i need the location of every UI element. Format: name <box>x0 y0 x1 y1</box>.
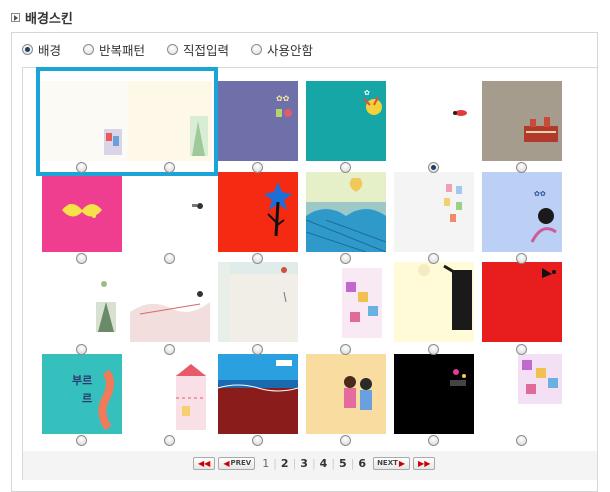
svg-text:✿✿: ✿✿ <box>534 190 546 198</box>
skin-thumbnail[interactable] <box>306 354 386 434</box>
double-left-arrow-icon: ◀◀ <box>198 458 211 468</box>
page-separator: | <box>311 456 316 470</box>
prev-label: PREV <box>230 458 252 467</box>
skin-thumbnail[interactable] <box>218 172 298 252</box>
skin-radio[interactable] <box>516 344 527 355</box>
svg-text:✿: ✿ <box>364 89 370 97</box>
skin-radio[interactable] <box>340 344 351 355</box>
skin-radio[interactable] <box>252 344 263 355</box>
mode-label: 사용안함 <box>267 42 314 58</box>
skin-radio[interactable] <box>340 435 351 446</box>
skin-thumbnail[interactable] <box>394 81 474 161</box>
skin-thumbnail[interactable] <box>306 172 386 252</box>
skin-radio[interactable] <box>516 162 527 173</box>
skin-thumbnail[interactable] <box>394 354 474 434</box>
skin-radio[interactable] <box>516 253 527 264</box>
mode-label: 반복패턴 <box>99 42 146 58</box>
skin-radio[interactable] <box>428 344 439 355</box>
skin-radio-selected[interactable] <box>428 162 439 173</box>
skin-radio[interactable] <box>76 253 87 264</box>
next-page-button[interactable]: NEXT ▶ <box>373 456 411 470</box>
skin-thumbnail[interactable]: 부르르 <box>42 354 122 434</box>
page-link-3[interactable]: 3 <box>298 457 310 470</box>
skin-radio[interactable] <box>428 253 439 264</box>
skin-radio[interactable] <box>252 253 263 264</box>
skin-radio[interactable] <box>164 435 175 446</box>
skin-thumbnail[interactable]: ✿✿ <box>482 172 562 252</box>
svg-text:부르: 부르 <box>72 374 92 387</box>
skin-thumbnail[interactable] <box>218 262 298 342</box>
skin-thumbnail[interactable] <box>482 354 562 434</box>
page-separator: | <box>331 456 336 470</box>
skin-radio[interactable] <box>252 162 263 173</box>
svg-text:✿✿: ✿✿ <box>276 94 290 103</box>
mode-label: 배경 <box>38 42 62 58</box>
last-page-button[interactable]: ▶▶ <box>413 456 436 470</box>
page-separator: | <box>350 456 355 470</box>
skin-thumbnail[interactable] <box>130 172 210 252</box>
skin-thumbnail[interactable] <box>42 172 122 252</box>
section-title: 배경스킨 <box>25 11 73 27</box>
skin-radio[interactable] <box>252 435 263 446</box>
mode-radio-group: 배경 반복패턴 직접입력 사용안함 <box>22 40 335 58</box>
skin-thumbnail[interactable]: ✿ <box>306 81 386 161</box>
mode-option-pattern[interactable]: 반복패턴 <box>83 40 145 59</box>
page-link-5[interactable]: 5 <box>337 457 349 470</box>
skin-radio[interactable] <box>516 435 527 446</box>
next-label: NEXT <box>377 458 398 467</box>
skin-thumbnail[interactable] <box>218 354 298 434</box>
page-link-6[interactable]: 6 <box>356 457 368 470</box>
skin-thumbnail[interactable] <box>394 172 474 252</box>
page-link-4[interactable]: 4 <box>318 457 330 470</box>
section-header: 배경스킨 <box>11 8 73 27</box>
pagination: ◀◀ ◀ PREV 1 | 2 | 3 | 4 | 5 | 6 NEXT ▶ ▶▶ <box>193 456 436 470</box>
mode-label: 직접입력 <box>183 42 230 58</box>
skin-radio[interactable] <box>340 253 351 264</box>
page-separator: | <box>292 456 297 470</box>
double-right-arrow-icon: ▶▶ <box>418 458 431 468</box>
first-page-button[interactable]: ◀◀ <box>193 456 216 470</box>
right-arrow-icon: ▶ <box>398 458 406 468</box>
mode-option-none[interactable]: 사용안함 <box>251 40 313 59</box>
expand-arrow-icon[interactable] <box>11 12 20 22</box>
skin-radio[interactable] <box>76 162 87 173</box>
left-arrow-icon: ◀ <box>223 458 230 468</box>
skin-thumbnail[interactable] <box>482 81 562 161</box>
mode-option-custom[interactable]: 직접입력 <box>167 40 229 59</box>
skin-thumbnail[interactable] <box>482 262 562 342</box>
selected-skin-highlight <box>36 67 218 176</box>
radio-icon[interactable] <box>251 43 263 55</box>
skin-radio[interactable] <box>76 435 87 446</box>
skin-radio[interactable] <box>164 253 175 264</box>
page-link-1[interactable]: 1 <box>260 457 271 470</box>
skin-radio[interactable] <box>76 344 87 355</box>
radio-icon[interactable] <box>167 43 179 55</box>
skin-thumbnail[interactable] <box>130 354 210 434</box>
skin-radio[interactable] <box>340 162 351 173</box>
mode-option-background[interactable]: 배경 <box>22 40 61 59</box>
skin-radio[interactable] <box>164 344 175 355</box>
skin-radio[interactable] <box>164 162 175 173</box>
skin-thumbnail[interactable] <box>42 262 122 342</box>
skin-thumbnail[interactable] <box>306 262 386 342</box>
prev-page-button[interactable]: ◀ PREV <box>218 456 256 470</box>
svg-text:르: 르 <box>82 392 92 405</box>
skin-radio[interactable] <box>428 435 439 446</box>
page-separator: | <box>273 456 277 470</box>
page-link-2[interactable]: 2 <box>279 457 291 470</box>
skin-thumbnail[interactable] <box>130 262 210 342</box>
radio-icon[interactable] <box>22 43 33 55</box>
radio-icon[interactable] <box>83 43 95 55</box>
skin-thumbnail[interactable] <box>394 262 474 342</box>
skin-thumbnail[interactable]: ✿✿ <box>218 81 298 161</box>
